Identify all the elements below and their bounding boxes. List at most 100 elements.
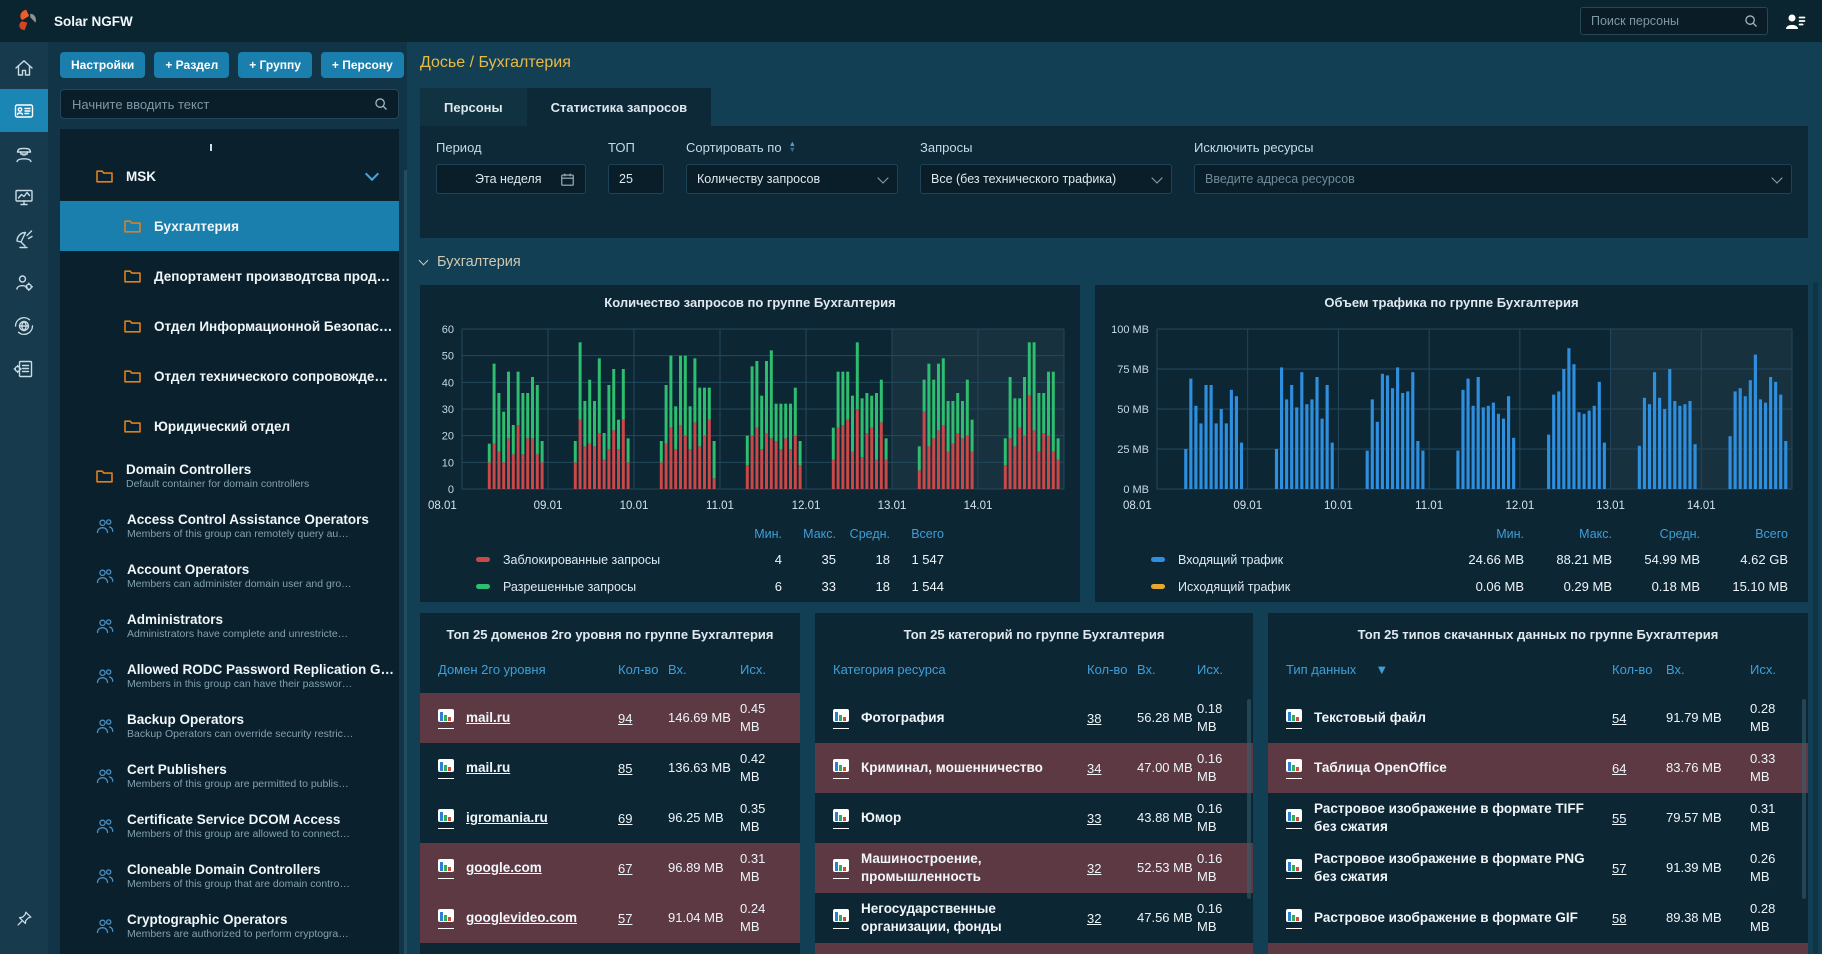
request-count-link[interactable]: 34 — [1087, 761, 1101, 776]
sort-direction-icon[interactable]: ▲ ▼ — [789, 140, 796, 154]
pin-sidebar[interactable] — [0, 897, 48, 940]
row-name: Растровое изображение в формате PNG без … — [1314, 851, 1585, 884]
nav-remote-sensors[interactable] — [0, 218, 48, 261]
tree-folder-item[interactable]: Депортамент производтсва прод… — [60, 251, 399, 301]
request-count-link[interactable]: 38 — [1087, 711, 1101, 726]
tree-group-item[interactable]: Allowed RODC Password Replication G… Memb… — [60, 651, 399, 701]
group-icon — [96, 668, 114, 684]
tree-group-item[interactable]: Backup Operators Backup Operators can ove… — [60, 701, 399, 751]
table-scrollbar[interactable] — [1802, 699, 1806, 899]
nav-persons-dossier[interactable] — [0, 89, 48, 132]
column-header[interactable]: Тип данных ▼ — [1286, 662, 1612, 678]
tree-group-item[interactable]: Certificate Service DCOM Access Members o… — [60, 801, 399, 851]
table-scrollbar[interactable] — [1247, 699, 1251, 899]
nav-monitoring[interactable] — [0, 175, 48, 218]
person-search-input[interactable] — [1589, 13, 1743, 29]
tables-row: Топ 25 доменов 2го уровня по группе Бухг… — [420, 613, 1808, 954]
exclude-resources-input[interactable]: Введите адреса ресурсов — [1194, 164, 1792, 194]
group-icon — [96, 818, 114, 834]
row-name[interactable]: mail.ru — [466, 709, 510, 727]
period-picker[interactable]: Эта неделя — [436, 164, 586, 194]
user-account-icon[interactable] — [1784, 12, 1806, 31]
row-name: Машиностроение, промышленность — [861, 851, 982, 884]
add-person-button[interactable]: + Персону — [320, 52, 404, 78]
add-group-button[interactable]: + Группу — [238, 52, 312, 78]
row-name[interactable]: googlevideo.com — [466, 909, 577, 927]
tree-folder-item[interactable]: MSK — [60, 151, 399, 201]
requests-type-select[interactable]: Все (без технического трафика) — [920, 164, 1172, 194]
column-header[interactable]: Исх. — [1750, 662, 1796, 678]
tree-folder-item[interactable]: Бухгалтерия — [60, 201, 399, 251]
tab-persons[interactable]: Персоны — [420, 88, 527, 126]
group-icon — [96, 568, 114, 584]
request-count-link[interactable]: 32 — [1087, 861, 1101, 876]
svg-text:13.01: 13.01 — [1596, 500, 1625, 512]
request-count-link[interactable]: 67 — [618, 861, 632, 876]
row-name[interactable]: google.com — [466, 859, 542, 877]
column-header[interactable]: Кол-во — [1612, 662, 1666, 678]
legend-row: Разрешенные запросы 6 33 18 1 544 — [428, 573, 1072, 600]
request-count-link[interactable]: 33 — [1087, 811, 1101, 826]
nav-home[interactable] — [0, 46, 48, 89]
tree-group-item[interactable]: Cloneable Domain Controllers Members of t… — [60, 851, 399, 901]
tree-group-item[interactable]: Administrators Administrators have comple… — [60, 601, 399, 651]
main-scrollbar[interactable] — [1813, 282, 1818, 954]
top-count-input[interactable]: 25 — [608, 164, 664, 194]
tree-folder-item[interactable]: Отдел Информационной Безопас… — [60, 301, 399, 351]
chevron-down-icon[interactable] — [364, 166, 380, 182]
svg-text:75 MB: 75 MB — [1117, 364, 1149, 376]
table-row: Криминал, мошенничество 34 47.00 MB 0.16 MB — [815, 743, 1253, 793]
request-count-link[interactable]: 94 — [618, 711, 632, 726]
tree-group-item[interactable]: Cryptographic Operators Members are autho… — [60, 901, 399, 951]
tree-folder-item[interactable]: Domain Controllers Default container for … — [60, 451, 399, 501]
request-count-link[interactable]: 85 — [618, 761, 632, 776]
tree-group-item[interactable]: Account Operators Members can administer … — [60, 551, 399, 601]
add-section-button[interactable]: + Раздел — [154, 52, 230, 78]
column-header[interactable]: Кол-во — [1087, 662, 1137, 678]
tree-folder-item[interactable]: Юридический отдел — [60, 401, 399, 451]
request-count-link[interactable]: 64 — [1612, 761, 1626, 776]
svg-text:09.01: 09.01 — [1233, 500, 1262, 512]
tree-group-item[interactable]: Cert Publishers Members of this group are… — [60, 751, 399, 801]
tree-search-box[interactable] — [60, 89, 399, 119]
column-header[interactable]: Домен 2го уровня — [438, 662, 618, 678]
request-count-link[interactable]: 57 — [618, 911, 632, 926]
svg-text:10: 10 — [442, 457, 454, 469]
tab-request-statistics[interactable]: Статистика запросов — [526, 88, 712, 126]
request-count-link[interactable]: 55 — [1612, 811, 1626, 826]
column-header[interactable]: Исх. — [740, 662, 788, 678]
inbound-value: 47.00 MB — [1137, 760, 1193, 776]
outbound-value: 0.45 MB — [740, 701, 766, 734]
group-section-header[interactable]: Бухгалтерия — [418, 252, 1808, 272]
sort-by-select[interactable]: Количеству запросов — [686, 164, 898, 194]
row-name[interactable]: mail.ru — [466, 759, 510, 777]
column-header[interactable]: Исх. — [1197, 662, 1241, 678]
column-header[interactable]: Вх. — [1137, 662, 1197, 678]
column-header[interactable]: Кол-во — [618, 662, 668, 678]
outbound-value: 0.16 MB — [1197, 901, 1223, 934]
request-count-link[interactable]: 54 — [1612, 711, 1626, 726]
tree-search-input[interactable] — [70, 95, 373, 113]
settings-button[interactable]: Настройки — [60, 52, 146, 78]
nav-security-officer[interactable] — [0, 132, 48, 175]
section-title: Бухгалтерия — [437, 254, 521, 270]
column-header[interactable]: Категория ресурса — [833, 662, 1087, 678]
nav-policies[interactable] — [0, 347, 48, 390]
column-header[interactable]: Вх. — [668, 662, 740, 678]
tree-group-item[interactable]: Access Control Assistance Operators Membe… — [60, 501, 399, 551]
request-count-link[interactable]: 58 — [1612, 911, 1626, 926]
nav-web-control[interactable] — [0, 304, 48, 347]
request-count-link[interactable]: 57 — [1612, 861, 1626, 876]
nav-user-settings[interactable] — [0, 261, 48, 304]
person-search-box[interactable] — [1580, 7, 1768, 35]
column-header[interactable]: Вх. — [1666, 662, 1750, 678]
stat-min: 24.66 MB — [1468, 552, 1524, 567]
top-label: ТОП — [608, 139, 635, 155]
request-count-link[interactable]: 32 — [1087, 911, 1101, 926]
tree-folder-item[interactable]: Отдел технического сопровожде… — [60, 351, 399, 401]
site-favicon — [833, 858, 849, 879]
outbound-value: 0.31 MB — [740, 851, 766, 884]
chevron-down-icon — [877, 171, 889, 184]
request-count-link[interactable]: 69 — [618, 811, 632, 826]
row-name[interactable]: igromania.ru — [466, 809, 548, 827]
